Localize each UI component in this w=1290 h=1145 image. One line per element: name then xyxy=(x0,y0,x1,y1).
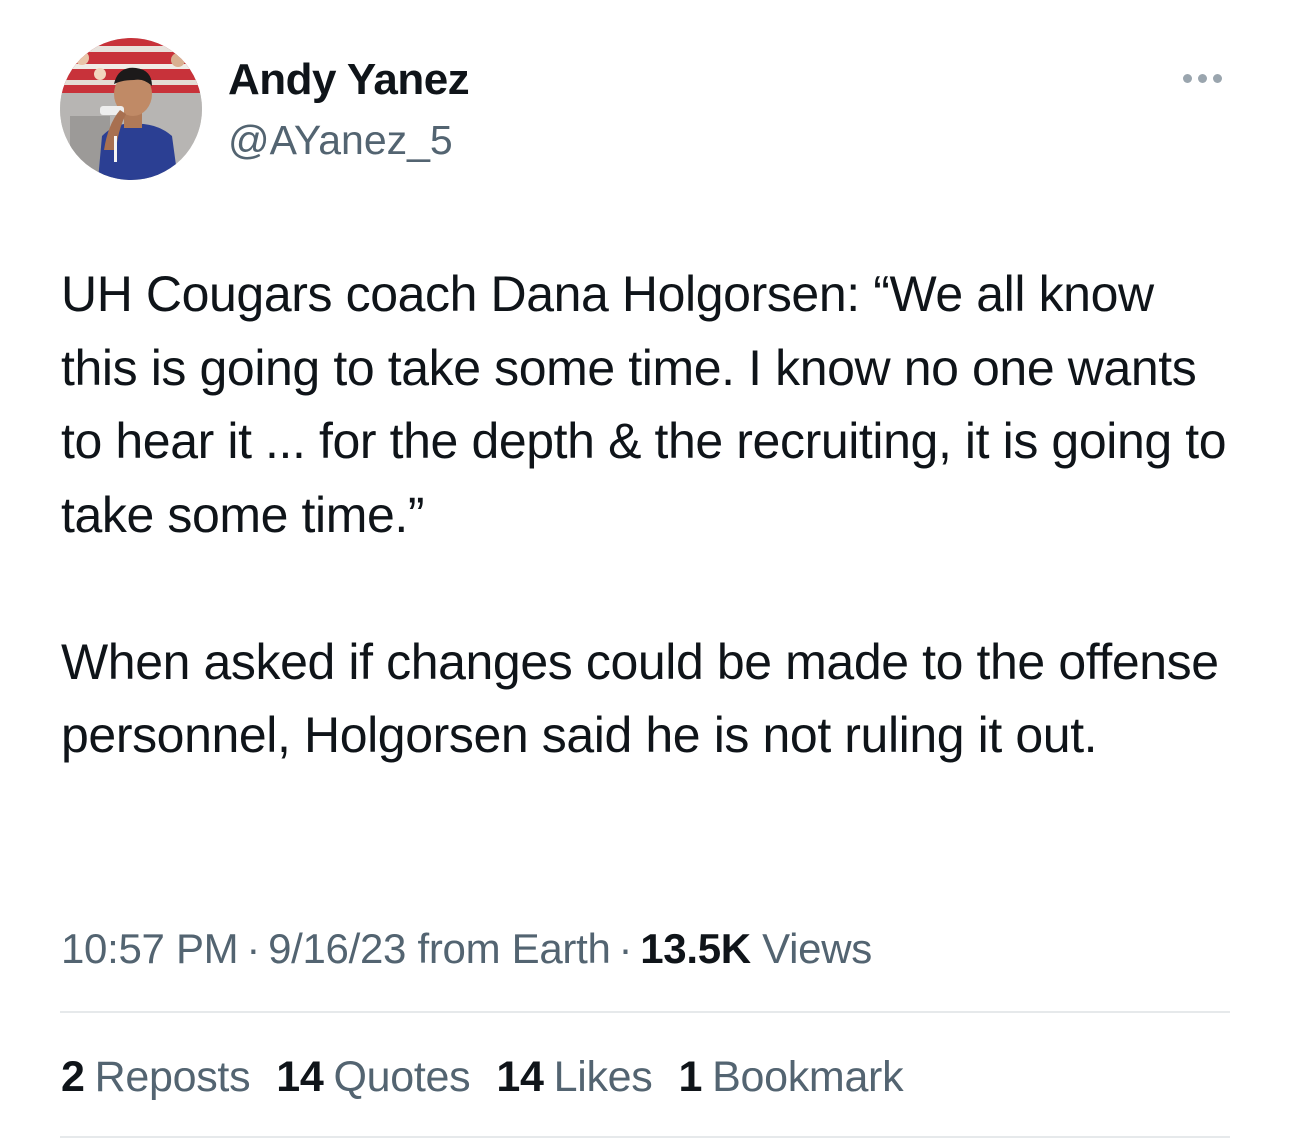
bookmarks-stat[interactable]: 1 Bookmark xyxy=(678,1047,903,1107)
tweet-paragraph: UH Cougars coach Dana Holgorsen: “We all… xyxy=(61,266,1240,543)
views-label: Views xyxy=(762,925,872,972)
more-horizontal-icon xyxy=(1212,73,1222,83)
divider xyxy=(60,1011,1230,1013)
likes-count: 14 xyxy=(496,1053,544,1101)
reposts-label: Reposts xyxy=(94,1053,251,1101)
quotes-stat[interactable]: 14 Quotes xyxy=(276,1047,470,1107)
meta-separator: · xyxy=(618,925,633,972)
author-display-name[interactable]: Andy Yanez xyxy=(228,52,470,108)
tweet-paragraph: When asked if changes could be made to t… xyxy=(61,633,1233,764)
tweet-time[interactable]: 10:57 PM xyxy=(61,925,239,972)
more-horizontal-icon xyxy=(1197,73,1207,83)
meta-separator: · xyxy=(246,925,261,972)
bookmarks-label: Bookmark xyxy=(712,1053,904,1101)
more-horizontal-icon xyxy=(1182,73,1192,83)
tweet-source: from Earth xyxy=(417,925,611,972)
likes-stat[interactable]: 14 Likes xyxy=(496,1047,652,1107)
reposts-count: 2 xyxy=(61,1053,85,1101)
views-count: 13.5K xyxy=(640,925,751,972)
bookmarks-count: 1 xyxy=(678,1053,703,1101)
avatar[interactable] xyxy=(60,38,202,180)
tweet-date[interactable]: 9/16/23 xyxy=(268,925,406,972)
profile-photo xyxy=(60,38,202,180)
quotes-count: 14 xyxy=(276,1053,324,1101)
quotes-label: Quotes xyxy=(333,1053,471,1101)
author-handle[interactable]: @AYanez_5 xyxy=(228,112,453,168)
tweet-meta: 10:57 PM · 9/16/23 from Earth · 13.5K Views xyxy=(61,921,872,977)
divider xyxy=(60,1136,1230,1138)
more-options-button[interactable] xyxy=(1172,60,1232,96)
likes-label: Likes xyxy=(553,1053,653,1101)
reposts-stat[interactable]: 2 Reposts xyxy=(61,1047,251,1107)
engagement-stats: 2 Reposts 14 Quotes 14 Likes 1 Bookmark xyxy=(61,1047,904,1107)
tweet-text: UH Cougars coach Dana Holgorsen: “We all… xyxy=(61,258,1241,773)
